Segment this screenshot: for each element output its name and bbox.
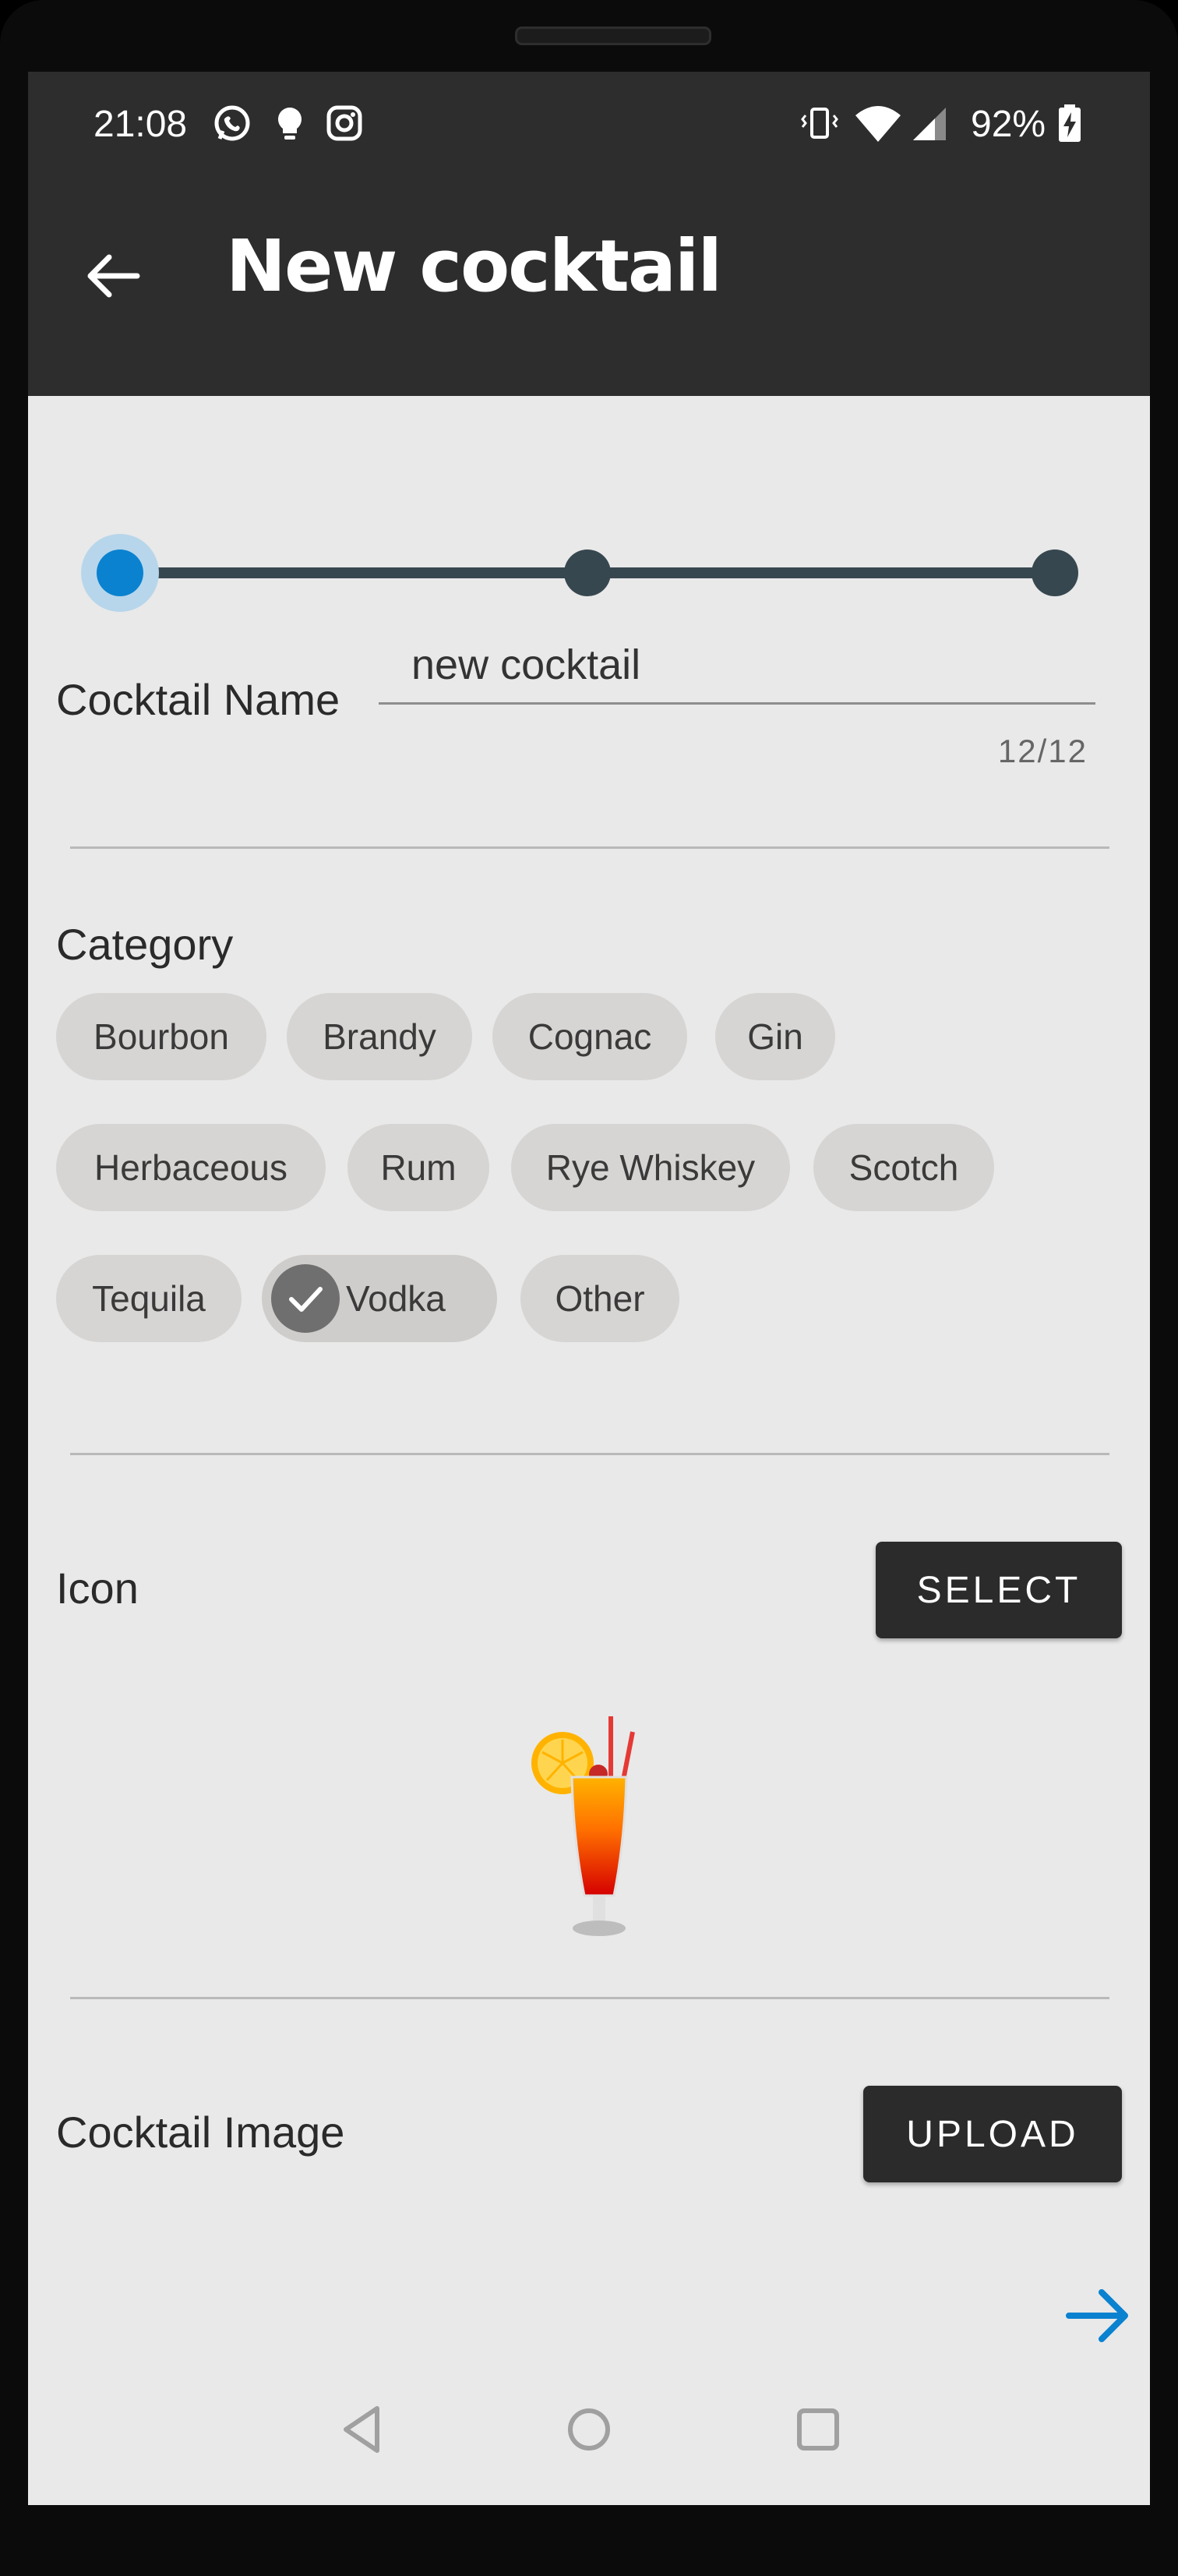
wifi-icon: [855, 106, 901, 142]
chip-other[interactable]: Other: [520, 1255, 679, 1342]
progress-stepper: [28, 396, 1150, 630]
whatsapp-icon: [214, 105, 250, 141]
earpiece-speaker: [515, 27, 711, 45]
chip-vodka-selected[interactable]: Vodka: [262, 1255, 497, 1342]
lightbulb-icon: [278, 108, 302, 140]
category-chip-group: Bourbon Brandy Cognac Gin Herbaceous Rum…: [28, 993, 1150, 1383]
status-time: 21:08: [93, 104, 188, 145]
arrow-back-icon[interactable]: [67, 229, 160, 323]
cocktail-glass-icon: [531, 1716, 635, 1936]
battery-percentage: 92%: [971, 104, 1046, 145]
arrow-forward-icon[interactable]: [1061, 2279, 1134, 2352]
icon-label: Icon: [56, 1564, 139, 1613]
nav-recents-icon[interactable]: [793, 2402, 843, 2457]
chip-rye-whiskey[interactable]: Rye Whiskey: [511, 1124, 790, 1211]
page-title: New cocktail: [226, 224, 722, 308]
chip-brandy[interactable]: Brandy: [287, 993, 472, 1080]
cocktail-name-input[interactable]: [379, 627, 1095, 705]
status-bar: 21:08 92%: [28, 72, 1150, 175]
cocktail-name-label: Cocktail Name: [56, 675, 340, 724]
chip-vodka-label: Vodka: [346, 1278, 446, 1319]
bottom-bezel: [0, 2505, 1178, 2576]
battery-charging-icon: [1059, 104, 1081, 142]
divider: [70, 846, 1109, 849]
instagram-icon: [326, 105, 362, 141]
select-icon-button[interactable]: SELECT: [876, 1542, 1122, 1638]
divider: [70, 1453, 1109, 1455]
nav-home-icon[interactable]: [564, 2402, 614, 2457]
category-label: Category: [56, 920, 234, 969]
vibrate-icon: [801, 108, 838, 139]
nav-back-icon[interactable]: [337, 2402, 386, 2457]
screen: 21:08 92% New cocktail Cocktail Name new…: [28, 72, 1150, 2505]
step-3-dot[interactable]: [1032, 549, 1078, 596]
chip-herbaceous[interactable]: Herbaceous: [56, 1124, 326, 1211]
chip-rum[interactable]: Rum: [347, 1124, 489, 1211]
chip-scotch[interactable]: Scotch: [813, 1124, 994, 1211]
character-counter: 12/12: [997, 733, 1088, 769]
chip-gin[interactable]: Gin: [715, 993, 835, 1080]
app-bar: New cocktail: [28, 175, 1150, 396]
chip-cognac[interactable]: Cognac: [492, 993, 687, 1080]
chip-bourbon[interactable]: Bourbon: [56, 993, 266, 1080]
divider: [70, 1997, 1109, 1999]
cell-signal-icon: [913, 108, 946, 140]
step-1-dot[interactable]: [97, 549, 143, 596]
chip-tequila[interactable]: Tequila: [56, 1255, 242, 1342]
cocktail-image-label: Cocktail Image: [56, 2108, 345, 2157]
check-icon: [271, 1264, 340, 1333]
step-2-dot[interactable]: [564, 549, 611, 596]
upload-image-button[interactable]: UPLOAD: [863, 2086, 1122, 2182]
